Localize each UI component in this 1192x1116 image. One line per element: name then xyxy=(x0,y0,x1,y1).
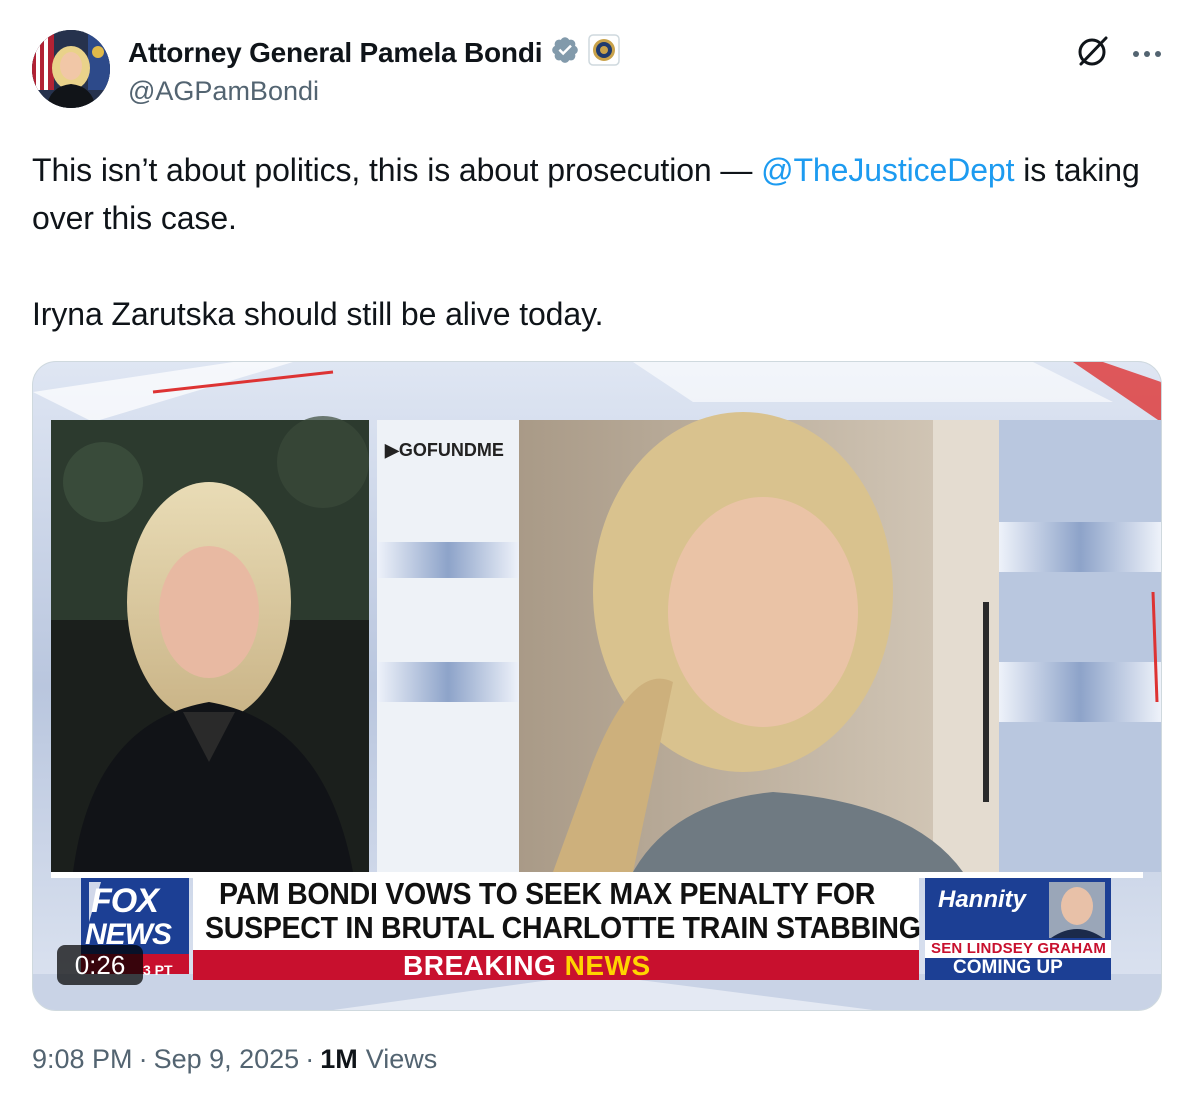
views-label: Views xyxy=(365,1044,438,1074)
author-avatar[interactable] xyxy=(32,30,110,108)
meta-separator: · xyxy=(305,1044,315,1074)
upcoming-guest: SEN LINDSEY GRAHAM xyxy=(931,940,1107,957)
tweet-date[interactable]: Sep 9, 2025 xyxy=(154,1044,300,1075)
tweet-paragraph-2: Iryna Zarutska should still be alive tod… xyxy=(32,296,604,332)
author-name-row: Attorney General Pamela Bondi xyxy=(128,34,621,71)
grok-icon[interactable] xyxy=(1076,34,1110,73)
news-word: NEWS xyxy=(564,950,651,981)
tweet-header: Attorney General Pamela Bondi @AGPamBond… xyxy=(32,30,1162,114)
tweet-meta: 9:08 PM · Sep 9, 2025 · 1M Views xyxy=(32,1044,437,1075)
author-display-name[interactable]: Attorney General Pamela Bondi xyxy=(128,37,543,69)
time-fragment: 3 PT xyxy=(143,962,173,978)
source-tag: ▶GOFUNDME xyxy=(385,440,504,460)
breaking-word: BREAKING xyxy=(403,950,565,981)
tweet-time[interactable]: 9:08 PM xyxy=(32,1044,133,1075)
top-actions xyxy=(1076,34,1162,73)
breaking-news-banner: BREAKING NEWS xyxy=(403,950,651,982)
mention-link[interactable]: @TheJusticeDept xyxy=(761,152,1014,188)
views-count: 1M xyxy=(320,1044,358,1074)
show-name: Hannity xyxy=(938,886,1027,913)
lower-third-headline-1: PAM BONDI VOWS TO SEEK MAX PENALTY FOR xyxy=(219,876,876,911)
tweet-paragraph-1: This isn’t about politics, this is about… xyxy=(32,146,1162,242)
coming-up-label: COMING UP xyxy=(953,957,1063,978)
verified-badge-icon[interactable] xyxy=(550,35,580,70)
video-duration-badge: 0:26 xyxy=(57,945,143,985)
more-dots-icon[interactable] xyxy=(1132,45,1162,63)
author-handle[interactable]: @AGPamBondi xyxy=(128,76,319,107)
lower-third-headline-2: SUSPECT IN BRUTAL CHARLOTTE TRAIN STABBI… xyxy=(205,910,921,945)
tweet-text: This isn’t about politics, this is about… xyxy=(32,146,1162,338)
tweet-text-prefix: This isn’t about politics, this is about… xyxy=(32,152,762,188)
meta-separator: · xyxy=(138,1044,148,1074)
network-logo-line1: FOX xyxy=(91,882,159,920)
video-player[interactable]: ▶GOFUNDME FOX NEWS 3 PT PAM BONDI VOWS T… xyxy=(32,361,1162,1011)
doj-seal-icon[interactable] xyxy=(588,34,621,71)
